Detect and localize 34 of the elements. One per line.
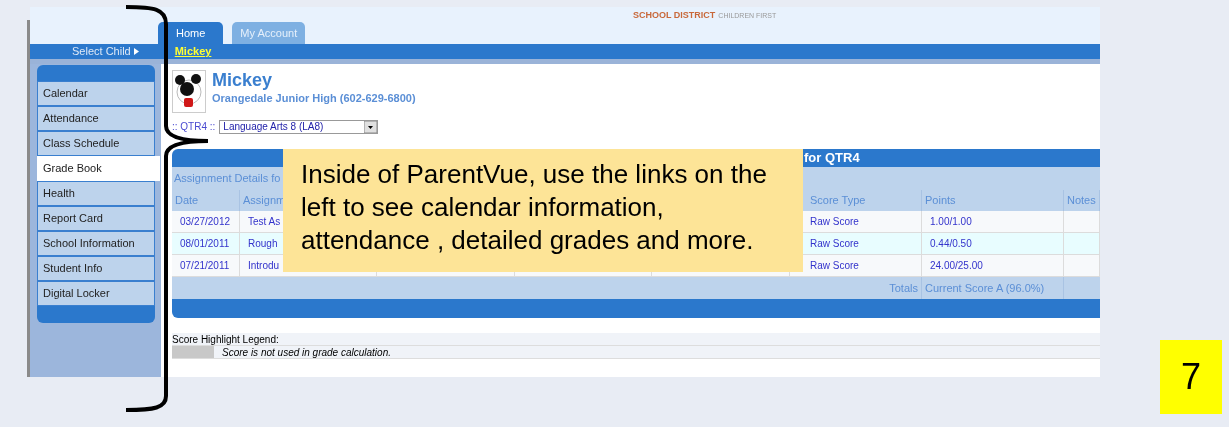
table-cell: 08/01/2011 xyxy=(172,233,240,255)
select-child-label: Select Child xyxy=(72,44,131,60)
table-cell: 1.00/1.00 xyxy=(922,211,1064,233)
section-subtitle: Assignment Details fo xyxy=(174,171,281,187)
student-name: Mickey xyxy=(212,70,274,90)
logo-text: SCHOOL DISTRICT xyxy=(633,9,716,22)
totals-label: Totals xyxy=(172,277,922,299)
sidebar-item[interactable]: Report Card xyxy=(37,206,155,231)
tab[interactable]: Home xyxy=(158,22,224,44)
sidebar-item[interactable]: Health xyxy=(37,181,155,206)
sidebar-item[interactable]: Digital Locker xyxy=(37,281,155,306)
table-cell: 0.44/0.50 xyxy=(922,233,1064,255)
totals-value: Current Score A (96.0%) xyxy=(922,277,1064,299)
column-header: Points xyxy=(922,190,1064,211)
legend-title: Score Highlight Legend: xyxy=(172,332,279,347)
table-cell: 24.00/25.00 xyxy=(922,255,1064,277)
school-name: Orangedale Junior High (602-629-6800) xyxy=(212,91,416,106)
sidebar-item[interactable]: Class Schedule xyxy=(37,131,155,156)
sidebar-item[interactable]: Calendar xyxy=(37,81,155,106)
legend-text: Score is not used in grade calculation. xyxy=(222,345,391,360)
sidebar-item[interactable]: Student Info xyxy=(37,256,155,281)
column-header: Notes xyxy=(1064,190,1100,211)
table-cell: 07/21/2011 xyxy=(172,255,240,277)
child-link[interactable]: Mickey xyxy=(174,43,212,60)
period-label: :: QTR4 :: xyxy=(172,120,216,134)
sidebar-item[interactable]: Grade Book xyxy=(37,156,160,181)
table-cell: 03/27/2012 xyxy=(172,211,240,233)
table-cell: Raw Score xyxy=(790,255,922,277)
course-dropdown[interactable]: Language Arts 8 (LA8) xyxy=(219,119,379,134)
gradebook-title: for QTR4 xyxy=(804,149,860,168)
column-header: Date xyxy=(172,190,240,211)
sidebar-item[interactable]: Attendance xyxy=(37,106,155,131)
slide-number: 7 xyxy=(1181,355,1201,399)
sidebar-item[interactable]: School Information xyxy=(37,231,155,256)
